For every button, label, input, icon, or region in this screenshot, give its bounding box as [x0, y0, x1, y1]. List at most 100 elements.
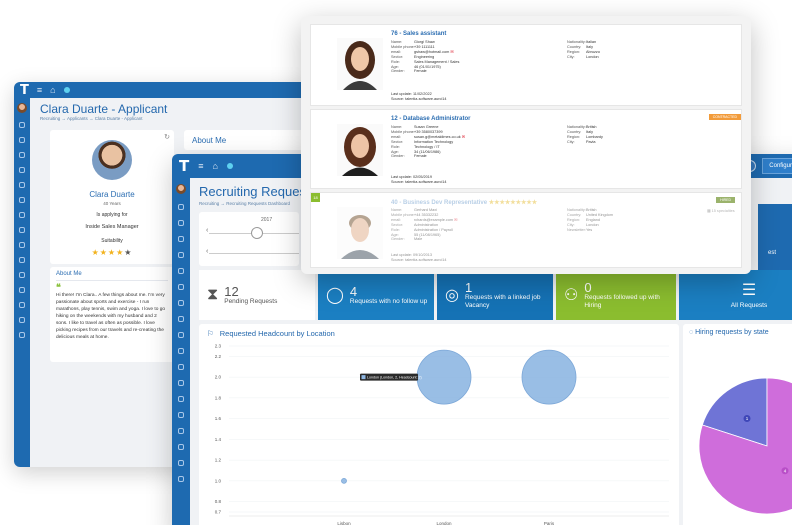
refresh-icon[interactable]: ↻ [164, 133, 170, 141]
nav-icon[interactable] [178, 412, 184, 418]
data-point[interactable] [521, 349, 577, 405]
candidate-title[interactable]: 40 - Business Dev Representative ★★★★★★★… [391, 199, 537, 206]
nav-icon[interactable] [178, 252, 184, 258]
candidate-card[interactable]: CONTRACTED 12 - Database Administrator N… [310, 109, 742, 189]
nav-icon[interactable] [178, 204, 184, 210]
applicant-photo [92, 140, 132, 180]
nav-icon[interactable] [178, 332, 184, 338]
rating-stars: ★★★★★★★★★ [488, 200, 538, 206]
field-value: +44 35332232 [414, 212, 439, 217]
nav-icon[interactable] [178, 284, 184, 290]
nav-icon[interactable] [19, 182, 25, 188]
nav-icon[interactable] [19, 272, 25, 278]
star-icon: ★ [124, 248, 133, 257]
tile-number: 12 [224, 283, 239, 299]
nav-icon[interactable] [19, 317, 25, 323]
menu-icon[interactable]: ≡ [198, 161, 203, 171]
nav-icon[interactable] [19, 152, 25, 158]
loading-icon: ◌ [689, 329, 694, 336]
candidate-title[interactable]: 76 - Sales assistant [391, 31, 446, 37]
candidate-card[interactable]: 18 HIRED 40 - Business Dev Representativ… [310, 192, 742, 268]
nav-icon[interactable] [19, 302, 25, 308]
tile-followed-up-hiring[interactable]: ⚇ 0 Requests followed up with Hiring [556, 270, 676, 320]
tile-pending-requests[interactable]: ⧗ 12 Pending Requests [199, 270, 315, 320]
nav-icon[interactable] [178, 380, 184, 386]
nav-icon[interactable] [19, 332, 25, 338]
menu-icon[interactable]: ≡ [37, 85, 42, 95]
field-value: 46 (01/01/1975) [414, 64, 441, 69]
field-value: 34 (11/06/1986) [414, 149, 441, 154]
notifications-icon[interactable]: ○ [227, 161, 234, 171]
tile-all-requests[interactable]: ☰ All Requests [679, 270, 792, 320]
candidate-title[interactable]: 12 - Database Administrator [391, 116, 470, 122]
applicant-sidebar [14, 98, 30, 467]
nav-icon[interactable] [178, 476, 184, 482]
nav-icon[interactable] [19, 167, 25, 173]
candidate-footer: Last update: 11/02/2022 Source: talentia… [391, 92, 447, 102]
tile-linked-vacancy[interactable]: ◎ 1 Requests with a linked job Vacancy [437, 270, 553, 320]
configuration-button[interactable]: Configuration [762, 158, 792, 174]
chevron-left-icon[interactable]: ‹ [206, 248, 208, 255]
candidate-card[interactable]: 76 - Sales assistant Name: Giorgi Shaw Mo… [310, 24, 742, 106]
field-value[interactable]: susan.g@metaldimes.co.uk [414, 135, 461, 139]
nav-icon[interactable] [19, 242, 25, 248]
status-badge: HIRED [716, 197, 735, 203]
y-tick-label: 2.3 [215, 344, 222, 349]
home-icon[interactable]: ⌂ [213, 161, 218, 171]
candidate-fields: Name: Giorgi Shaw Mobile phone:+39 111111… [391, 40, 459, 74]
nav-icon[interactable] [178, 364, 184, 370]
nav-icon[interactable] [19, 122, 25, 128]
field-value: British [586, 125, 597, 129]
avatar[interactable] [17, 103, 27, 113]
applicant-name: Clara Duarte [89, 190, 135, 199]
chevron-left-icon[interactable]: ‹ [206, 227, 208, 234]
field-value[interactable]: gshaw@hotmail.com [414, 50, 449, 54]
nav-icon[interactable] [19, 197, 25, 203]
field-value: Italian [586, 40, 597, 44]
breadcrumb[interactable]: Recruiting → Recruiting Requests Dashboa… [199, 201, 290, 206]
nav-icon[interactable] [178, 428, 184, 434]
nav-icon[interactable] [19, 212, 25, 218]
nav-icon[interactable] [178, 444, 184, 450]
page-title: Clara Duarte - Applicant [40, 102, 168, 116]
nav-icon[interactable] [178, 236, 184, 242]
nav-icon[interactable] [178, 316, 184, 322]
tile-number: 1 [464, 279, 473, 295]
tile-no-follow-up[interactable]: ◯ 4 Requests with no follow up [318, 270, 434, 320]
suitability-rating: ★★★★★ [50, 248, 174, 257]
notifications-icon[interactable]: ○ [64, 85, 71, 95]
tile-number: 0 [584, 279, 592, 295]
nav-icon[interactable] [178, 460, 184, 466]
nav-icon[interactable] [178, 220, 184, 226]
source: Source: talentia-software.aurci14 [391, 257, 447, 262]
data-point[interactable] [416, 349, 472, 405]
flag-icon: ⚐ [207, 329, 214, 338]
nav-icon[interactable] [19, 227, 25, 233]
nav-icon[interactable] [19, 287, 25, 293]
chart-tooltip: London (London, 2, Headcount: 2) [360, 373, 422, 381]
nav-icon[interactable] [178, 348, 184, 354]
app-logo[interactable]: T [20, 83, 29, 98]
nav-icon[interactable] [178, 268, 184, 274]
specialties-count[interactable]: ▦ 15 specialties [707, 208, 735, 213]
about-text: Hi there! I'm Clara.. A few things about… [56, 293, 166, 340]
field-value: Susan Greene [414, 125, 439, 129]
field-key: Gender: [391, 237, 405, 242]
data-point[interactable] [341, 477, 347, 484]
avatar[interactable] [176, 184, 186, 194]
nav-icon[interactable] [178, 300, 184, 306]
nav-icon[interactable] [19, 257, 25, 263]
nav-icon[interactable] [19, 137, 25, 143]
field-value[interactable]: rchards@example.com [414, 218, 453, 222]
hiring-state-pie-chart: 14 [698, 377, 792, 515]
home-icon[interactable]: ⌂ [50, 85, 55, 95]
field-value: London [586, 222, 599, 227]
about-me-panel-heading: About Me [184, 130, 314, 150]
timeline-handle[interactable] [251, 227, 263, 239]
breadcrumb[interactable]: Recruiting → Applicants → Clara Duarte -… [40, 116, 143, 121]
nav-icon[interactable] [178, 396, 184, 402]
field-value: Female [414, 154, 427, 159]
app-logo[interactable]: T [179, 157, 189, 175]
hourglass-icon: ⧗ [207, 286, 219, 303]
field-value: Sales Management / Sales [414, 59, 460, 64]
